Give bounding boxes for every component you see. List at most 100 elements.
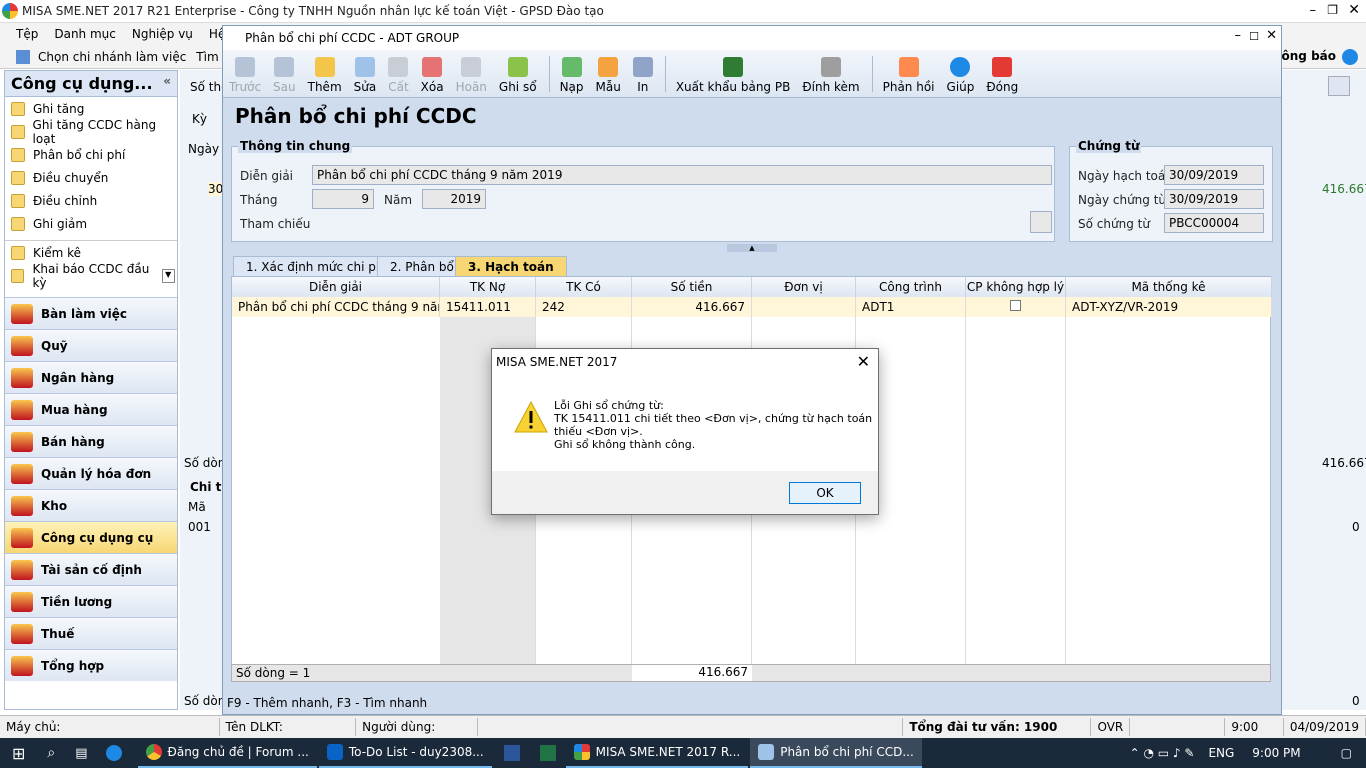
dropdown-icon[interactable]: ▼ (161, 268, 175, 283)
voucher-date-field[interactable]: 30/09/2019 (1164, 189, 1264, 209)
col-header-debit[interactable]: TK Nợ (440, 277, 536, 297)
win-maximize-icon[interactable]: ☐ (1249, 30, 1259, 43)
arrow-left-icon (235, 57, 256, 77)
nav-kho[interactable]: Kho (5, 489, 177, 521)
nav-mua-hang[interactable]: Mua hàng (5, 393, 177, 425)
delete-button[interactable]: Xóa (421, 57, 444, 97)
posting-date-field[interactable]: 30/09/2019 (1164, 165, 1264, 185)
windows-start-icon[interactable]: ⊞ (12, 744, 25, 763)
col-header-desc[interactable]: Diễn giải (232, 277, 440, 297)
tray-language[interactable]: ENG (1208, 746, 1234, 760)
col-header-stat[interactable]: Mã thống kê (1066, 277, 1272, 297)
settings-gear-icon[interactable] (1328, 76, 1350, 96)
branch-selector[interactable]: Chọn chi nhánh làm việc (38, 50, 186, 64)
col-header-project[interactable]: Công trình (856, 277, 966, 297)
edge-icon[interactable] (105, 745, 122, 761)
collapse-handle-icon[interactable]: ▲ (727, 244, 777, 252)
edit-button[interactable]: Sửa (354, 57, 376, 97)
app-title: MISA SME.NET 2017 R21 Enterprise - Công … (22, 4, 604, 18)
left-item-ghi-tang-hang-loat[interactable]: Ghi tăng CCDC hàng loạt (5, 118, 177, 146)
restore-icon[interactable]: ❐ (1327, 3, 1338, 17)
footer-total: 416.667 (632, 665, 752, 681)
export-button[interactable]: Xuất khẩu bảng PB (676, 57, 790, 97)
task-chrome[interactable]: Đăng chủ đề | Forum ... (137, 738, 317, 768)
notification-center-icon[interactable]: ▢ (1341, 746, 1352, 760)
nav-hoa-don[interactable]: Quản lý hóa đơn (5, 457, 177, 489)
tab-phan-bo[interactable]: 2. Phân bổ (377, 256, 467, 277)
save-button[interactable]: Cất (388, 57, 409, 97)
cell-project[interactable]: ADT1 (856, 297, 966, 317)
minimize-icon[interactable]: – (1310, 3, 1317, 18)
col-header-amount[interactable]: Số tiền (632, 277, 752, 297)
nav-tong-hop[interactable]: Tổng hợp (5, 649, 177, 681)
word-icon[interactable] (503, 745, 520, 761)
tray-icons[interactable]: ⌃ ◔ ▭ ♪ ✎ (1130, 746, 1195, 760)
close-icon[interactable]: ✕ (1348, 2, 1360, 18)
win-minimize-icon[interactable]: – (1235, 28, 1242, 43)
dialog-close-icon[interactable]: ✕ (857, 352, 870, 371)
search-link[interactable]: Tìm (196, 50, 218, 64)
cp-checkbox[interactable] (1010, 300, 1021, 311)
excel-task-icon[interactable] (539, 745, 556, 761)
help-button[interactable]: Giúp (947, 57, 974, 97)
task-misa[interactable]: MISA SME.NET 2017 R... (565, 738, 749, 768)
undo-button[interactable]: Hoãn (456, 57, 487, 97)
cell-credit[interactable]: 242 (536, 297, 632, 317)
tray-clock[interactable]: 9:00 PM (1252, 746, 1300, 760)
ok-button[interactable]: OK (789, 482, 861, 504)
cell-unit[interactable] (752, 297, 856, 317)
attach-button[interactable]: Đính kèm (802, 57, 860, 97)
feedback-button[interactable]: Phản hồi (883, 57, 935, 97)
left-item-ghi-giam[interactable]: Ghi giảm (5, 212, 177, 235)
col-header-credit[interactable]: TK Có (536, 277, 632, 297)
add-doc-icon (314, 57, 335, 77)
menu-danh-muc[interactable]: Danh mục (54, 27, 116, 41)
col-header-cp[interactable]: CP không hợp lý (966, 277, 1066, 297)
cell-amount[interactable]: 416.667 (632, 297, 752, 317)
col-header-unit[interactable]: Đơn vị (752, 277, 856, 297)
menu-tep[interactable]: Tệp (16, 27, 38, 41)
menu-nghiep-vu[interactable]: Nghiệp vụ (132, 27, 193, 41)
reference-search-icon[interactable] (1030, 211, 1052, 233)
nav-tien-luong[interactable]: Tiền lương (5, 585, 177, 617)
tab-hach-toan[interactable]: 3. Hạch toán (455, 256, 567, 277)
nav-thue[interactable]: Thuế (5, 617, 177, 649)
task-view-icon[interactable]: ▤ (75, 746, 87, 761)
search-icon[interactable]: ⌕ (47, 745, 55, 761)
doc-icon (11, 170, 25, 185)
win-close-icon[interactable]: ✕ (1266, 28, 1277, 43)
nav-tai-san[interactable]: Tài sản cố định (5, 553, 177, 585)
close-button[interactable]: Đóng (986, 57, 1018, 97)
cell-desc[interactable]: Phân bổ chi phí CCDC tháng 9 năm 20 (232, 297, 440, 317)
nav-ngan-hang[interactable]: Ngân hàng (5, 361, 177, 393)
notification-link[interactable]: hông báo (1273, 49, 1336, 63)
prev-button[interactable]: Trước (229, 57, 261, 97)
left-item-dieu-chuyen[interactable]: Điều chuyển (5, 166, 177, 189)
reload-button[interactable]: Nạp (560, 57, 584, 97)
nav-ban-hang[interactable]: Bán hàng (5, 425, 177, 457)
nav-cong-cu[interactable]: Công cụ dụng cụ (5, 521, 177, 553)
collapse-icon[interactable]: « (163, 74, 171, 88)
task-phan-bo[interactable]: Phân bổ chi phí CCD... (750, 738, 922, 768)
cell-debit[interactable]: 15411.011 (440, 297, 536, 317)
nav-quy[interactable]: Quỹ (5, 329, 177, 361)
tab-xac-dinh[interactable]: 1. Xác định mức chi phí (233, 256, 400, 277)
left-item-phan-bo[interactable]: Phân bổ chi phí (5, 143, 177, 166)
post-button[interactable]: Ghi sổ (499, 57, 537, 97)
voucher-no-field[interactable]: PBCC00004 (1164, 213, 1264, 233)
year-field[interactable]: 2019 (422, 189, 486, 209)
print-button[interactable]: In (632, 57, 653, 97)
cell-stat[interactable]: ADT-XYZ/VR-2019 (1066, 297, 1272, 317)
left-item-dieu-chinh[interactable]: Điều chỉnh (5, 189, 177, 212)
voucher-date-label: Ngày chứng từ (1078, 193, 1167, 207)
template-button[interactable]: Mẫu (596, 57, 621, 97)
description-field[interactable]: Phân bổ chi phí CCDC tháng 9 năm 2019 (312, 165, 1052, 185)
globe-icon[interactable] (1342, 49, 1358, 65)
left-item-khai-bao[interactable]: Khai báo CCDC đầu kỳ ▼ (5, 262, 177, 290)
next-button[interactable]: Sau (273, 57, 296, 97)
nav-ban-lam-viec[interactable]: Bàn làm việc (5, 297, 177, 329)
add-button[interactable]: Thêm (308, 57, 342, 97)
month-field[interactable]: 9 (312, 189, 374, 209)
task-outlook[interactable]: To-Do List - duy2308... (318, 738, 492, 768)
reload-icon (561, 57, 582, 77)
